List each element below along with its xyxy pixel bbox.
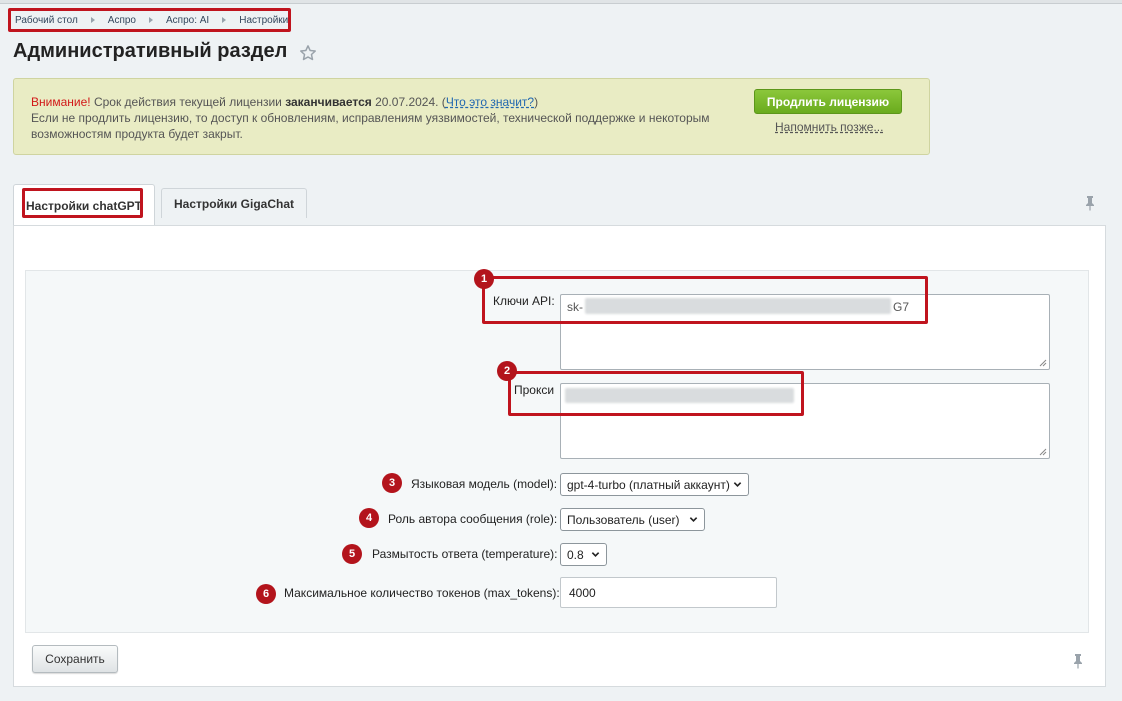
what-does-it-mean-link[interactable]: Что это значит?	[446, 95, 534, 109]
license-message: Внимание! Срок действия текущей лицензии…	[31, 94, 731, 142]
resize-handle-icon[interactable]	[1039, 359, 1047, 367]
license-text-strong: заканчивается	[285, 95, 372, 109]
pin-icon[interactable]	[1083, 195, 1097, 211]
step-badge: 4	[359, 508, 379, 528]
model-selected-value: gpt-4-turbo (платный аккаунт)	[567, 477, 730, 492]
step-badge: 5	[342, 544, 362, 564]
role-selected-value: Пользователь (user)	[567, 512, 680, 527]
step-badge: 1	[474, 269, 494, 289]
license-date: 20.07.2024. (	[371, 95, 446, 109]
step-badge: 6	[256, 584, 276, 604]
license-text-close: )	[534, 95, 539, 109]
api-keys-highlight	[482, 276, 928, 324]
step-badge: 2	[497, 361, 517, 381]
chevron-down-icon	[591, 552, 600, 557]
model-label: Языковая модель (model):	[411, 477, 558, 491]
breadcrumb-item[interactable]: Аспро: AI	[166, 15, 209, 26]
tab-gigachat-settings[interactable]: Настройки GigaChat	[161, 188, 307, 218]
role-label: Роль автора сообщения (role):	[388, 512, 558, 526]
temperature-label: Размытость ответа (temperature):	[372, 547, 558, 561]
breadcrumb-item[interactable]: Настройки	[239, 15, 288, 26]
license-warning: Внимание! Срок действия текущей лицензии…	[13, 78, 930, 155]
breadcrumb-item[interactable]: Рабочий стол	[15, 15, 78, 26]
role-select[interactable]: Пользователь (user)	[560, 508, 705, 531]
step-badge: 3	[382, 473, 402, 493]
temperature-select[interactable]: 0.8	[560, 543, 607, 566]
page-title: Административный раздел	[13, 40, 288, 62]
warning-label: Внимание!	[31, 95, 91, 109]
max-tokens-input[interactable]: 4000	[560, 577, 777, 608]
temperature-selected-value: 0.8	[567, 547, 584, 562]
breadcrumb-separator-icon	[149, 17, 153, 23]
remind-later-link[interactable]: Напомнить позже...	[775, 120, 883, 134]
model-select[interactable]: gpt-4-turbo (платный аккаунт)	[560, 473, 749, 496]
tab-label: Настройки GigaChat	[174, 196, 294, 211]
chevron-down-icon	[689, 517, 698, 522]
proxy-highlight	[508, 371, 804, 416]
breadcrumb-separator-icon	[222, 17, 227, 23]
tab-highlight	[22, 188, 143, 218]
save-button[interactable]: Сохранить	[32, 645, 118, 673]
license-description: Если не продлить лицензию, то доступ к о…	[31, 111, 710, 141]
license-text: Срок действия текущей лицензии	[90, 95, 286, 109]
pin-icon[interactable]	[1071, 653, 1085, 669]
resize-handle-icon[interactable]	[1039, 448, 1047, 456]
star-icon[interactable]	[299, 44, 317, 62]
chevron-down-icon	[733, 482, 742, 487]
extend-license-button[interactable]: Продлить лицензию	[754, 89, 902, 114]
breadcrumb: Рабочий стол Аспро Аспро: AI Настройки	[8, 8, 291, 32]
breadcrumb-separator-icon	[90, 17, 95, 23]
breadcrumb-item[interactable]: Аспро	[108, 15, 136, 26]
max-tokens-label: Максимальное количество токенов (max_tok…	[284, 586, 560, 600]
top-border	[0, 0, 1122, 4]
